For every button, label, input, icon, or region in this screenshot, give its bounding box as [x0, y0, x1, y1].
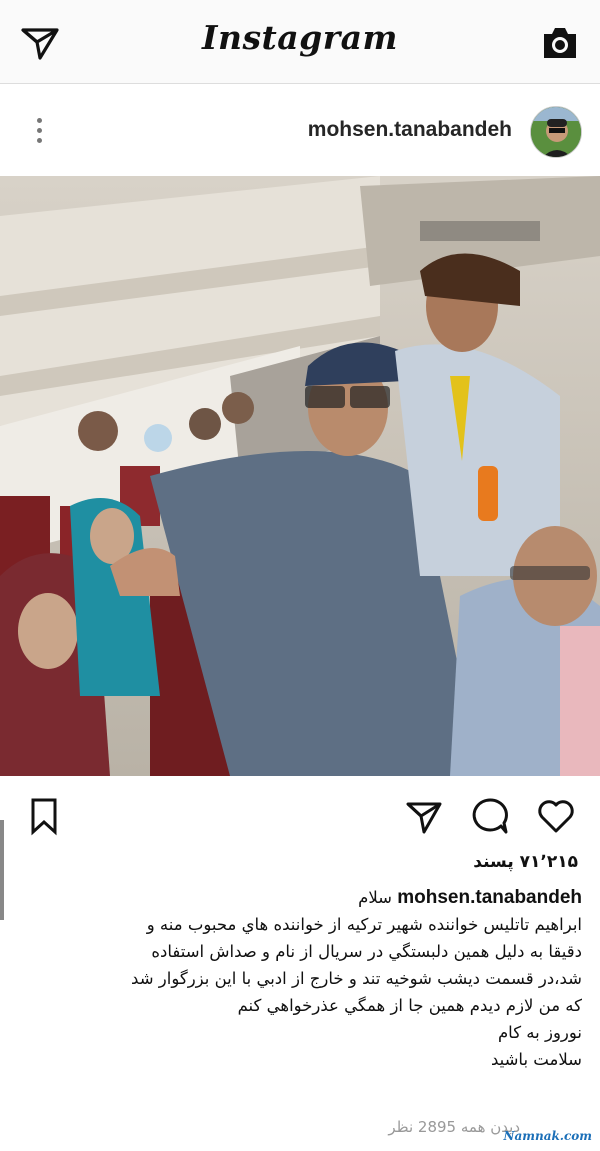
post-actions — [0, 776, 600, 856]
post-caption: mohsen.tanabandeh سلام ابراهيم تاتليس خو… — [14, 884, 582, 1073]
view-all-comments-link[interactable]: ديدن همه 2895 نظر — [388, 1118, 520, 1136]
caption-line: كه من لازم ديدم همين جا از همگي عذرخواهي… — [237, 996, 582, 1015]
caption-line: نوروز به كام — [497, 1023, 582, 1042]
post-photo[interactable] — [0, 176, 600, 776]
caption-greeting: سلام — [358, 888, 392, 907]
app-logo: Instagram — [202, 18, 398, 57]
comment-icon[interactable] — [470, 796, 510, 836]
heart-icon[interactable] — [536, 796, 576, 836]
scroll-indicator — [0, 820, 4, 920]
camera-icon[interactable] — [540, 24, 580, 62]
top-bar: Instagram — [0, 0, 600, 84]
caption-line: شد،در قسمت ديشب شوخيه تند و خارج از ادبي… — [131, 969, 582, 988]
more-vertical-icon[interactable] — [30, 118, 50, 148]
avatar[interactable] — [530, 106, 582, 158]
share-send-icon[interactable] — [404, 796, 444, 836]
caption-line: ابراهيم تاتليس خواننده شهير تركيه از خوا… — [146, 915, 582, 934]
post-header: mohsen.tanabandeh — [0, 84, 600, 176]
bookmark-icon[interactable] — [24, 796, 64, 836]
watermark-logo: Namnak.com — [503, 1129, 592, 1143]
likes-count[interactable]: ۷۱٬۲۱۵ پسند — [473, 852, 578, 872]
caption-username[interactable]: mohsen.tanabandeh — [397, 887, 582, 908]
post-username[interactable]: mohsen.tanabandeh — [308, 118, 512, 142]
caption-line: دقيقا به دليل همين دلبستگي در سريال از ن… — [151, 942, 582, 961]
caption-line: سلامت باشيد — [490, 1050, 582, 1069]
